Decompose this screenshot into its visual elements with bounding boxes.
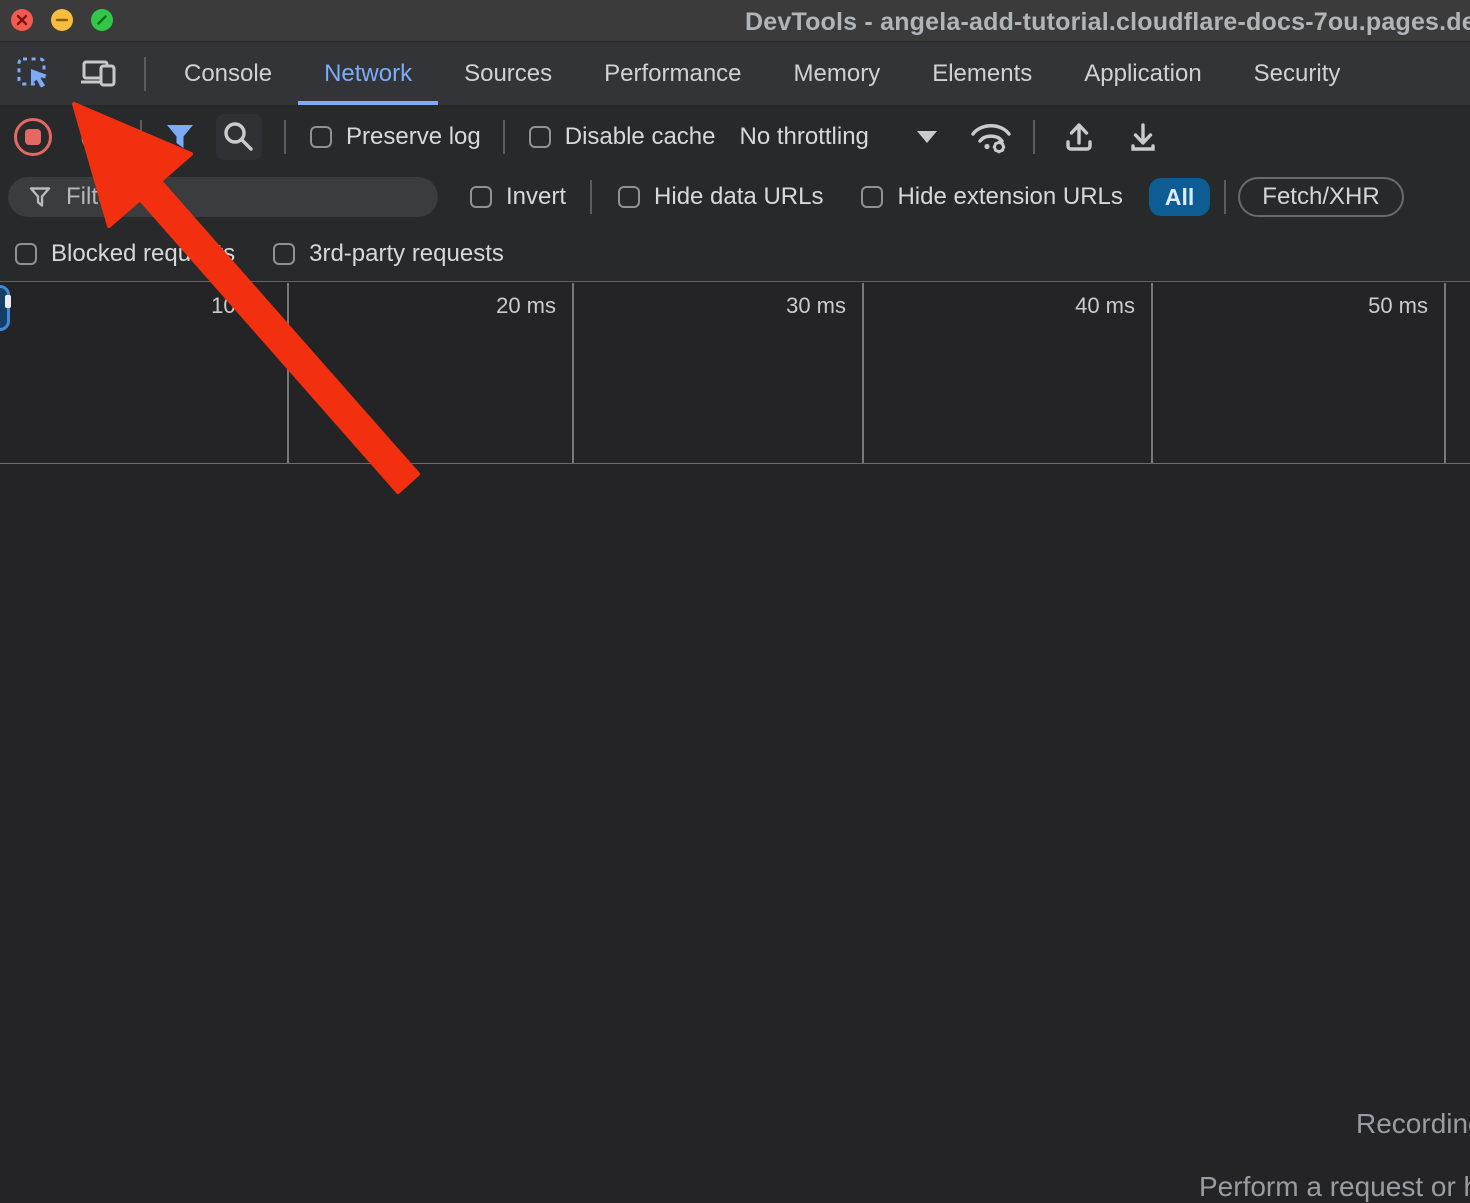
titlebar: DevTools - angela-add-tutorial.cloudflar… xyxy=(0,0,1470,42)
blocked-requests-checkbox[interactable]: Blocked requests xyxy=(15,240,235,268)
checkbox-label: Hide data URLs xyxy=(654,183,823,211)
tab-console[interactable]: Console xyxy=(158,42,298,105)
preserve-log-checkbox[interactable]: Preserve log xyxy=(310,123,481,151)
timeline-gridline xyxy=(1444,283,1446,463)
stop-recording-button[interactable] xyxy=(14,118,52,156)
checkbox-label: Disable cache xyxy=(565,123,716,151)
throttling-value: No throttling xyxy=(739,123,868,151)
timeline-drag-handle[interactable] xyxy=(0,285,10,331)
network-filter-bar: Filter Invert Hide data URLs Hide extens… xyxy=(0,168,1470,226)
import-har-icon[interactable] xyxy=(1061,119,1097,155)
filter-placeholder: Filter xyxy=(66,183,119,211)
clear-network-log-icon[interactable] xyxy=(78,118,116,156)
devtools-tabbar: Console Network Sources Performance Memo… xyxy=(0,42,1470,105)
hide-extension-urls-checkbox[interactable]: Hide extension URLs xyxy=(861,183,1122,211)
invert-checkbox[interactable]: Invert xyxy=(470,183,566,211)
disable-cache-checkbox[interactable]: Disable cache xyxy=(529,123,716,151)
close-window-icon[interactable] xyxy=(11,9,33,31)
tab-application[interactable]: Application xyxy=(1058,42,1227,105)
divider xyxy=(1033,120,1035,154)
divider xyxy=(144,57,146,91)
checkbox-box xyxy=(618,186,640,208)
more-filters-bar: Blocked requests 3rd-party requests xyxy=(0,226,1470,282)
inspect-element-icon[interactable] xyxy=(16,56,52,92)
tab-elements[interactable]: Elements xyxy=(906,42,1058,105)
checkbox-label: Blocked requests xyxy=(51,240,235,268)
empty-state-line1: Recording network activity… xyxy=(1356,1108,1470,1140)
checkbox-box xyxy=(273,243,295,265)
timeline-tick-label: 30 ms xyxy=(572,293,846,319)
empty-state-line2: Perform a request or hit ⌘ R to record t… xyxy=(1199,1170,1470,1203)
network-toolbar: Preserve log Disable cache No throttling xyxy=(0,105,1470,168)
timeline-tick-label: 20 ms xyxy=(287,293,556,319)
tab-security[interactable]: Security xyxy=(1228,42,1367,105)
window-title: DevTools - angela-add-tutorial.cloudflar… xyxy=(745,8,1470,37)
timeline-tick-label: 50 ms xyxy=(1151,293,1428,319)
tab-sources[interactable]: Sources xyxy=(438,42,578,105)
divider xyxy=(140,120,142,154)
third-party-requests-checkbox[interactable]: 3rd-party requests xyxy=(273,240,504,268)
filter-input[interactable]: Filter xyxy=(8,177,438,217)
checkbox-box xyxy=(470,186,492,208)
checkbox-label: 3rd-party requests xyxy=(309,240,504,268)
funnel-icon xyxy=(28,185,52,209)
hide-data-urls-checkbox[interactable]: Hide data URLs xyxy=(618,183,823,211)
timeline-tick-label: 40 ms xyxy=(862,293,1135,319)
tab-performance[interactable]: Performance xyxy=(578,42,767,105)
checkbox-label: Invert xyxy=(506,183,566,211)
device-toolbar-icon[interactable] xyxy=(80,57,118,91)
divider xyxy=(284,120,286,154)
request-type-fetch-xhr-chip[interactable]: Fetch/XHR xyxy=(1238,177,1403,217)
request-type-all-chip[interactable]: All xyxy=(1149,178,1210,216)
throttling-select[interactable]: No throttling xyxy=(739,123,936,151)
export-har-icon[interactable] xyxy=(1125,119,1161,155)
divider xyxy=(590,180,592,214)
divider xyxy=(1224,180,1226,214)
checkbox-box xyxy=(529,126,551,148)
tab-network[interactable]: Network xyxy=(298,42,438,105)
checkbox-box xyxy=(15,243,37,265)
network-log-empty-area: Recording network activity… Perform a re… xyxy=(0,464,1470,960)
checkbox-box xyxy=(310,126,332,148)
network-conditions-icon[interactable] xyxy=(969,118,1013,156)
timeline-tick-label: 10 ms xyxy=(0,293,271,319)
network-overview-timeline[interactable]: 10 ms 20 ms 30 ms 40 ms 50 ms xyxy=(0,283,1470,464)
minimize-window-icon[interactable] xyxy=(51,9,73,31)
filter-toggle-icon[interactable] xyxy=(164,121,196,153)
checkbox-label: Hide extension URLs xyxy=(897,183,1122,211)
checkbox-label: Preserve log xyxy=(346,123,481,151)
tab-memory[interactable]: Memory xyxy=(768,42,907,105)
divider xyxy=(503,120,505,154)
panel-tabs: Console Network Sources Performance Memo… xyxy=(158,42,1366,105)
checkbox-box xyxy=(861,186,883,208)
zoom-window-icon[interactable] xyxy=(91,9,113,31)
search-icon[interactable] xyxy=(216,114,262,160)
chevron-down-icon xyxy=(917,131,937,143)
